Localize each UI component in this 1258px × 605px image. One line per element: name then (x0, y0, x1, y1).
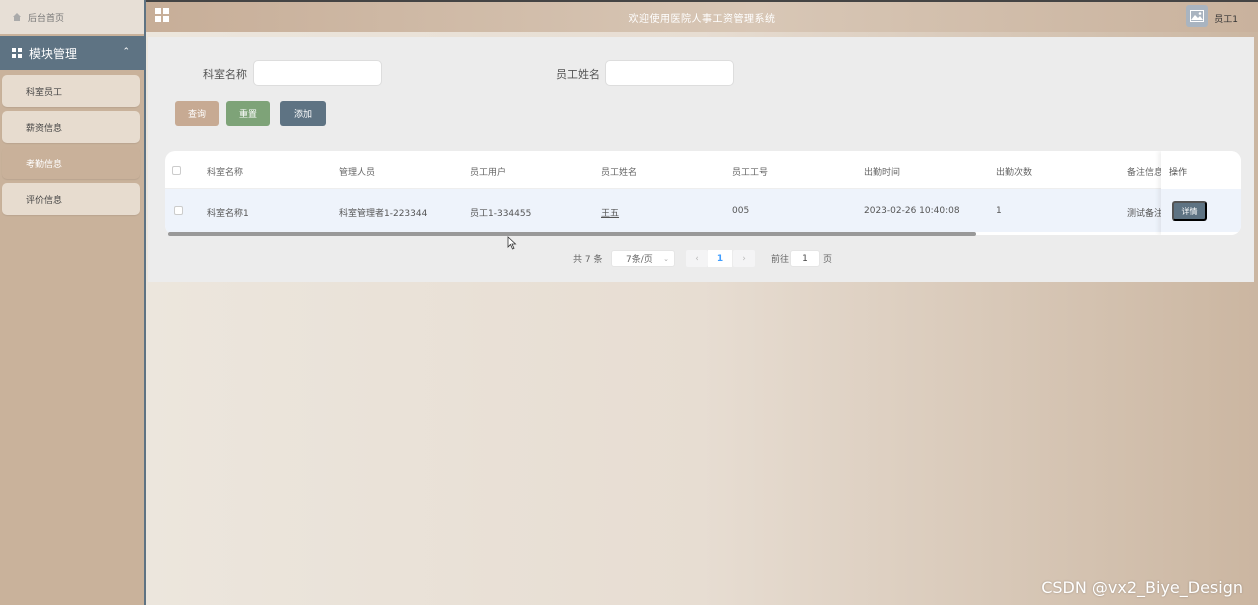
avatar[interactable] (1186, 5, 1208, 27)
sidebar-item-staff[interactable]: 科室员工 (2, 75, 140, 107)
column-header[interactable]: 管理人员 (339, 165, 375, 178)
next-page-button[interactable]: › (733, 250, 755, 267)
sidebar-item-label: 科室员工 (26, 87, 63, 98)
sidebar-item-salary[interactable]: 薪资信息 (2, 111, 140, 143)
chevron-down-icon: ⌄ (663, 254, 669, 263)
grid-icon (12, 48, 22, 58)
pagination-total: 共 7 条 (573, 255, 603, 265)
sidebar: 后台首页 模块管理 ⌃ 科室员工 薪资信息 考勤信息 评价信息 (0, 0, 146, 605)
dept-name-label: 科室名称 (203, 68, 247, 81)
column-header[interactable]: 员工姓名 (601, 165, 637, 178)
sidebar-item-evaluation[interactable]: 评价信息 (2, 183, 140, 215)
chevron-left-icon: ‹ (695, 253, 699, 264)
module-menu-header[interactable]: 模块管理 ⌃ (0, 36, 144, 70)
table-row[interactable]: 科室名称1 科室管理者1-223344 员工1-334455 王五 005 20… (165, 189, 1241, 232)
column-header[interactable]: 出勤时间 (864, 165, 900, 178)
site-title: 欢迎使用医院人事工资管理系统 (628, 14, 776, 25)
column-header: 操作 (1169, 168, 1188, 178)
column-header[interactable]: 出勤次数 (996, 165, 1032, 178)
chevron-right-icon: › (742, 253, 746, 264)
table-cell: 2023-02-26 10:40:08 (864, 206, 960, 216)
sidebar-item-label: 考勤信息 (26, 159, 63, 170)
home-icon (13, 13, 21, 21)
page-number[interactable]: 1 (708, 250, 732, 267)
top-bar: 欢迎使用医院人事工资管理系统 员工1 (146, 0, 1258, 32)
detail-button[interactable]: 详情 (1172, 201, 1207, 221)
query-button[interactable]: 查询 (175, 101, 219, 126)
username[interactable]: 员工1 (1214, 12, 1238, 25)
sidebar-item-label: 评价信息 (26, 195, 63, 206)
prev-page-button[interactable]: ‹ (686, 250, 708, 267)
table-cell: 科室管理者1-223344 (339, 209, 428, 219)
mouse-cursor-icon (507, 236, 517, 250)
sidebar-home-link[interactable]: 后台首页 (0, 0, 144, 34)
page-size-value: 7条/页 (626, 255, 653, 265)
table-cell: 1 (996, 206, 1002, 216)
table-header-row: 科室名称 管理人员 员工用户 员工姓名 员工工号 出勤时间 出勤次数 备注信息 (165, 151, 1241, 189)
image-icon (1190, 10, 1204, 22)
dept-name-input[interactable] (253, 60, 382, 86)
operation-column: 操作 详情 (1161, 151, 1241, 235)
row-checkbox[interactable] (174, 206, 183, 215)
data-table: 科室名称 管理人员 员工用户 员工姓名 员工工号 出勤时间 出勤次数 备注信息 … (165, 151, 1241, 235)
page-size-select[interactable]: 7条/页 ⌄ (611, 250, 675, 267)
column-header[interactable]: 科室名称 (207, 165, 243, 178)
reset-button[interactable]: 重置 (226, 101, 270, 126)
table-cell: 005 (732, 206, 750, 216)
column-header[interactable]: 备注信息 (1127, 165, 1163, 178)
sidebar-item-label: 薪资信息 (26, 123, 63, 134)
sidebar-item-attendance[interactable]: 考勤信息 (2, 147, 140, 179)
employee-name-input[interactable] (605, 60, 734, 86)
watermark: CSDN @vx2_Biye_Design (1041, 578, 1243, 597)
select-all-checkbox[interactable] (172, 166, 181, 175)
add-button[interactable]: 添加 (280, 101, 326, 126)
employee-name-label: 员工姓名 (556, 68, 600, 81)
horizontal-scrollbar[interactable] (168, 232, 976, 236)
table-cell: 测试备注 (1127, 209, 1164, 219)
column-header[interactable]: 员工工号 (732, 165, 768, 178)
column-header[interactable]: 员工用户 (470, 165, 506, 178)
table-cell: 科室名称1 (207, 209, 249, 219)
module-menu-label: 模块管理 (29, 46, 78, 61)
sidebar-home-label: 后台首页 (28, 13, 65, 24)
goto-suffix: 页 (823, 255, 833, 265)
table-cell: 王五 (601, 209, 620, 219)
chevron-up-icon: ⌃ (122, 47, 130, 57)
goto-label: 前往 (771, 255, 790, 265)
goto-page-input[interactable]: 1 (790, 250, 820, 267)
table-cell: 员工1-334455 (470, 209, 532, 219)
